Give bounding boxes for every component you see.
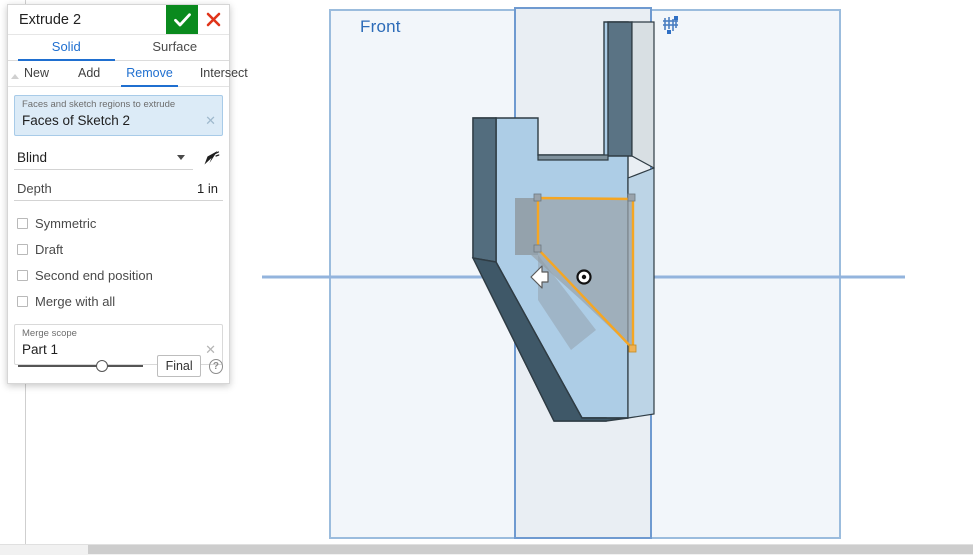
options-checkbox-group: Symmetric Draft Second end position Merg… <box>17 210 229 314</box>
slider-track <box>18 365 143 367</box>
dialog-title-bar: Extrude 2 <box>8 5 229 35</box>
checkbox-box-icon[interactable] <box>17 217 28 229</box>
sketch-vertex-handle <box>628 344 637 353</box>
accept-button[interactable] <box>166 5 198 34</box>
app-root: Front Extrude 2 Solid Surface New Add Re… <box>0 0 973 555</box>
extrude-dialog[interactable]: Extrude 2 Solid Surface New Add Remove I… <box>7 4 248 384</box>
part-side-face-left <box>472 117 497 263</box>
checkbox-second-end-position-label: Second end position <box>35 267 153 283</box>
tab-solid[interactable]: Solid <box>12 35 121 61</box>
tab-add[interactable]: Add <box>76 63 102 85</box>
depth-label: Depth <box>17 180 52 196</box>
checkbox-second-end-position[interactable]: Second end position <box>17 262 229 288</box>
sketch-vertex-handle <box>533 193 542 202</box>
checkbox-draft[interactable]: Draft <box>17 236 229 262</box>
part-notch-bottom-face <box>537 154 609 161</box>
merge-scope-label: Merge scope <box>22 328 77 339</box>
check-icon <box>173 12 191 26</box>
handle-corner-square <box>667 30 671 34</box>
flip-direction-arrow-icon <box>204 150 219 164</box>
part-column-light-face <box>631 21 655 170</box>
depth-field[interactable]: Depth 1 in <box>14 176 223 201</box>
checkbox-merge-with-all[interactable]: Merge with all <box>17 288 229 314</box>
plane-label: Front <box>360 17 401 36</box>
sketch-vertex-handle <box>627 193 636 202</box>
close-icon <box>206 12 221 27</box>
close-small-icon[interactable]: ✕ <box>205 114 216 127</box>
operation-tab-bar[interactable]: New Add Remove Intersect <box>8 61 248 87</box>
tab-intersect[interactable]: Intersect <box>198 63 250 85</box>
faces-query-field[interactable]: Faces and sketch regions to extrude Face… <box>14 95 223 136</box>
final-button[interactable]: Final <box>157 355 201 377</box>
sketch-plane-handle-icon[interactable] <box>662 16 680 36</box>
checkbox-box-icon[interactable] <box>17 269 28 281</box>
origin-point-center <box>581 274 587 280</box>
tab-new[interactable]: New <box>22 63 51 85</box>
checkbox-box-icon[interactable] <box>17 243 28 255</box>
faces-query-label: Faces and sketch regions to extrude <box>22 99 176 110</box>
help-icon[interactable]: ? <box>208 358 223 374</box>
end-condition-row[interactable]: Blind <box>14 144 223 171</box>
faces-query-value: Faces of Sketch 2 <box>22 113 131 128</box>
sketch-vertex-handle <box>533 244 542 253</box>
end-condition-select[interactable]: Blind <box>14 145 193 170</box>
dialog-title: Extrude 2 <box>19 11 82 28</box>
depth-value[interactable]: 1 in <box>197 181 223 196</box>
checkbox-symmetric[interactable]: Symmetric <box>17 210 229 236</box>
tab-remove[interactable]: Remove <box>121 63 178 87</box>
end-condition-value: Blind <box>17 149 48 165</box>
part-column-dark-face <box>607 21 633 157</box>
flip-direction-button[interactable] <box>197 146 223 170</box>
bottom-status-bar <box>0 544 973 555</box>
cancel-button[interactable] <box>198 5 229 34</box>
horizontal-scrollbar[interactable] <box>88 545 973 554</box>
checkbox-merge-with-all-label: Merge with all <box>35 293 116 309</box>
slider-thumb[interactable] <box>96 360 108 372</box>
checkbox-symmetric-label: Symmetric <box>35 215 97 231</box>
handle-corner-square <box>674 16 678 20</box>
checkbox-box-icon[interactable] <box>17 295 28 307</box>
primary-tab-bar[interactable]: Solid Surface <box>8 35 229 61</box>
checkbox-draft-label: Draft <box>35 241 64 257</box>
dialog-footer: Final ? <box>8 349 229 383</box>
collapse-caret-icon[interactable] <box>11 74 19 79</box>
preview-quality-slider[interactable] <box>18 359 143 373</box>
chevron-down-icon <box>177 155 185 160</box>
tab-surface[interactable]: Surface <box>121 35 230 60</box>
